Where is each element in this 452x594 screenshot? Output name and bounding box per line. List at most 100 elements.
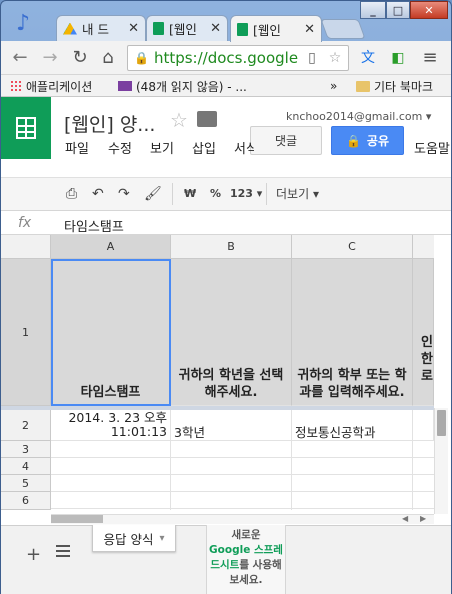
menu-edit[interactable]: 수정 [108, 138, 132, 157]
bookmark-label: (48개 읽지 않음) - ... [136, 79, 247, 94]
overflow-icon: » [330, 79, 338, 93]
cell-a1[interactable]: 타임스탬프 [51, 259, 171, 406]
extension-icon[interactable]: ◧ [388, 48, 408, 68]
toolbar-divider [266, 183, 267, 205]
translate-icon[interactable]: 文 [358, 48, 378, 68]
row-header-5[interactable]: 5 [1, 475, 51, 492]
folder-icon [356, 80, 370, 92]
new-sheets-promo[interactable]: 새로운 Google 스프레드시트를 사용해 보세요. [206, 525, 286, 594]
share-button[interactable]: 🔒 공유 [331, 126, 404, 155]
add-sheet-button[interactable]: + [26, 544, 41, 565]
column-header-c[interactable]: C [292, 235, 413, 259]
forward-icon[interactable]: → [40, 48, 60, 68]
close-window-button[interactable]: ✕ [410, 1, 448, 19]
column-header-d[interactable] [413, 235, 434, 259]
browser-tab-sheets[interactable]: [웹인 ✕ [230, 15, 322, 42]
bookmark-label: 애플리케이션 [26, 79, 93, 94]
new-tab-button[interactable] [320, 19, 366, 39]
promo-text: 새로운 [231, 529, 261, 541]
back-icon[interactable]: ← [10, 48, 30, 68]
lock-icon: 🔒 [134, 51, 149, 65]
cell-c2[interactable]: 정보통신공학과 [292, 410, 413, 441]
url-text: https://docs.google [153, 49, 299, 67]
document-title[interactable]: [웹인] 양... [64, 110, 155, 137]
sheet-tab-label: 응답 양식 [103, 531, 154, 547]
number-format-dropdown[interactable]: 123 ▾ [230, 186, 262, 202]
bookmark-label: 기타 북마크 [374, 79, 434, 94]
toolbar-divider [172, 183, 173, 205]
sheet-tab-responses[interactable]: 응답 양식 ▾ [92, 525, 176, 552]
comments-button[interactable]: 댓글 [250, 126, 322, 155]
browser-tab-drive[interactable]: 내 드 ✕ [56, 15, 146, 41]
reader-icon[interactable]: ▯ [302, 48, 322, 68]
cell-b1[interactable]: 귀하의 학년을 선택해주세요. [171, 259, 292, 406]
cell-c1[interactable]: 귀하의 학부 또는 학과를 입력해주세요. [292, 259, 413, 406]
timestamp-time: 11:01:13 [110, 424, 167, 439]
apps-grid-icon [10, 80, 22, 92]
print-icon[interactable]: ⎙ [66, 186, 77, 202]
horizontal-scrollbar-thumb[interactable] [51, 515, 103, 523]
tab-label: 내 드 [82, 22, 109, 37]
scroll-left-icon[interactable]: ◀ [402, 514, 408, 523]
close-tab-icon[interactable]: ✕ [210, 21, 221, 36]
bookmark-star-icon[interactable]: ☆ [325, 48, 345, 68]
select-all-corner[interactable] [1, 235, 51, 259]
bookmark-apps[interactable]: 애플리케이션 [10, 77, 92, 95]
row-header-3[interactable]: 3 [1, 441, 51, 458]
music-note-icon: ♪ [15, 11, 31, 36]
menu-help[interactable]: 도움말 [414, 138, 450, 157]
timestamp-date: 2014. 3. 23 오후 [68, 410, 167, 425]
redo-icon[interactable]: ↷ [118, 186, 130, 202]
lock-icon: 🔒 [345, 133, 361, 148]
currency-format-button[interactable]: ₩ [184, 186, 196, 202]
menu-icon[interactable]: ≡ [420, 48, 440, 68]
all-sheets-list-icon[interactable] [56, 545, 70, 557]
bookmark-mail[interactable]: (48개 읽지 않음) - ... [118, 77, 247, 95]
folder-icon[interactable] [197, 111, 217, 127]
reload-icon[interactable]: ↻ [70, 48, 90, 68]
menu-view[interactable]: 보기 [150, 138, 174, 157]
row-header-4[interactable]: 4 [1, 458, 51, 475]
maximize-button[interactable]: □ [386, 1, 410, 19]
horizontal-scrollbar[interactable] [51, 514, 434, 524]
mail-icon [118, 81, 132, 91]
undo-icon[interactable]: ↶ [92, 186, 104, 202]
home-icon[interactable]: ⌂ [98, 48, 118, 68]
tab-label: [웹인 [253, 22, 281, 38]
menu-format[interactable]: 서식 [234, 138, 254, 157]
scroll-right-icon[interactable]: ▶ [420, 514, 426, 523]
cell-d1[interactable]: 인한로 [413, 259, 434, 406]
minimize-button[interactable]: _ [360, 1, 386, 19]
empty-cells[interactable] [51, 441, 434, 510]
menu-file[interactable]: 파일 [65, 138, 89, 157]
star-icon[interactable]: ☆ [170, 108, 188, 132]
paint-format-icon[interactable]: 🖌 [144, 186, 162, 202]
more-dropdown[interactable]: 더보기 ▾ [276, 186, 319, 202]
menu-insert[interactable]: 삽입 [192, 138, 216, 157]
share-label: 공유 [366, 134, 390, 148]
fx-icon: fx [18, 215, 32, 231]
close-tab-icon[interactable]: ✕ [128, 21, 139, 36]
browser-tab-form[interactable]: [웹인 ✕ [146, 15, 228, 41]
sheets-logo-icon[interactable] [1, 97, 51, 159]
tab-label: [웹인 [169, 22, 197, 37]
percent-format-button[interactable]: % [210, 186, 221, 202]
close-tab-icon[interactable]: ✕ [304, 22, 315, 37]
column-header-b[interactable]: B [171, 235, 292, 259]
row-header-1[interactable]: 1 [1, 259, 51, 406]
google-drive-icon [63, 22, 77, 35]
row-header-6[interactable]: 6 [1, 492, 51, 510]
vertical-scrollbar-thumb[interactable] [437, 410, 446, 436]
cell-d2[interactable] [413, 410, 434, 441]
google-sheets-icon [237, 22, 248, 36]
row-header-2[interactable]: 2 [1, 410, 51, 441]
cell-b2[interactable]: 3학년 [171, 410, 292, 441]
bookmark-other[interactable]: 기타 북마크 [356, 77, 433, 95]
account-email[interactable]: knchoo2014@gmail.com ▾ [286, 110, 431, 123]
google-forms-icon [153, 22, 164, 35]
column-header-a[interactable]: A [51, 235, 171, 259]
bookmarks-overflow[interactable]: » [330, 77, 337, 95]
chevron-down-icon[interactable]: ▾ [159, 533, 164, 544]
formula-input[interactable]: 타임스탬프 [64, 216, 124, 235]
cell-a2[interactable]: 2014. 3. 23 오후 11:01:13 [51, 410, 171, 441]
